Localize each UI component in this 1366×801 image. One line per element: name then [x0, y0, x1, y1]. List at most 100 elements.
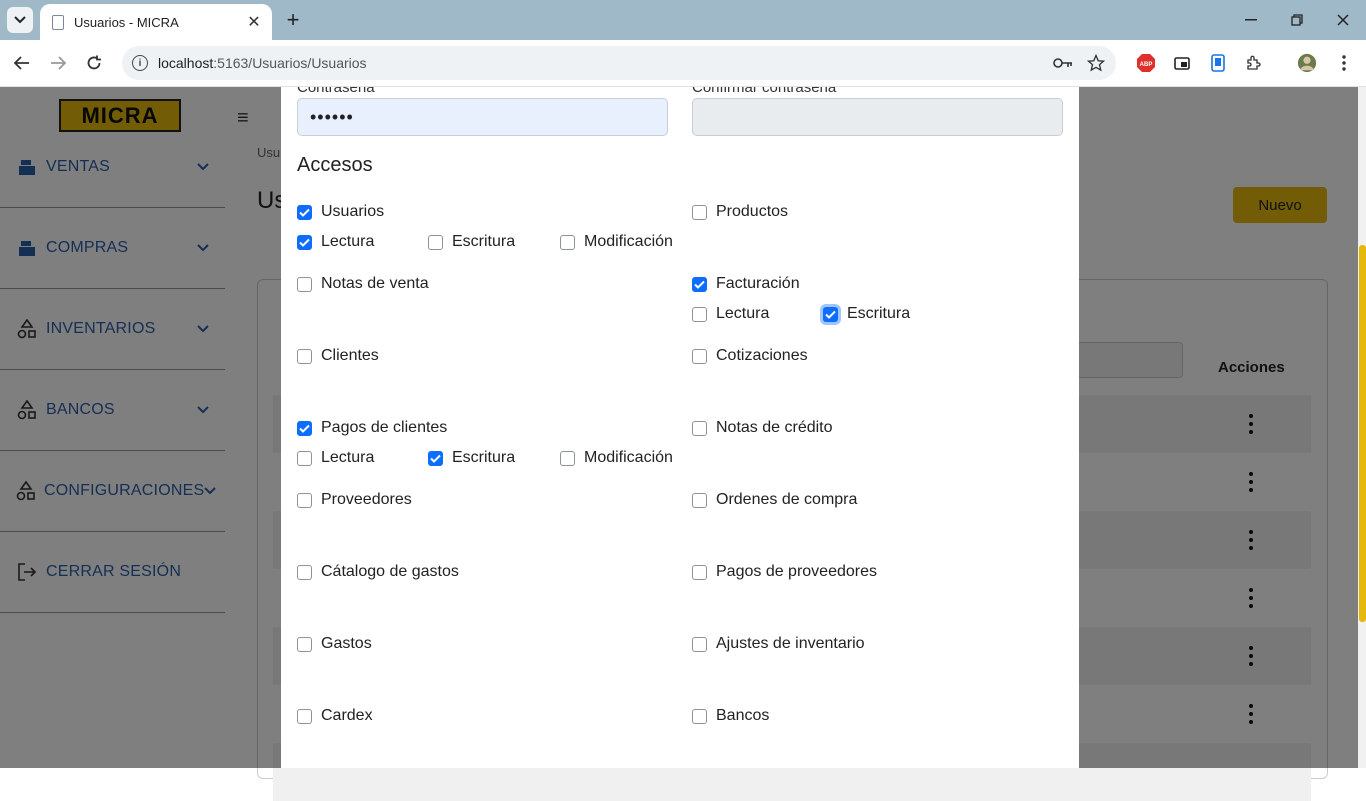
checkbox-label: Gastos [321, 635, 372, 652]
key-icon[interactable] [1053, 53, 1073, 73]
checkbox-catalogo-gastos[interactable]: Cátalogo de gastos [297, 563, 459, 581]
checkbox-pagos-clientes[interactable]: Pagos de clientes [297, 419, 447, 437]
checkbox-label: Cotizaciones [716, 347, 808, 364]
checkbox-label: Notas de crédito [716, 419, 833, 436]
checkbox-usuarios-escritura[interactable]: Escritura [428, 233, 515, 251]
checkbox-label: Productos [716, 203, 789, 220]
checkbox-facturacion-lectura[interactable]: Lectura [692, 305, 769, 323]
checkbox-box[interactable] [692, 276, 707, 292]
checkbox-clientes[interactable]: Clientes [297, 347, 379, 365]
checkbox-ordenes-compra[interactable]: Ordenes de compra [692, 491, 857, 509]
chevron-down-icon [14, 16, 26, 24]
checkbox-pagos-clientes-modificacion[interactable]: Modificación [560, 449, 673, 467]
url-host: localhost [158, 55, 214, 71]
checkbox-productos[interactable]: Productos [692, 203, 788, 221]
close-tab-icon[interactable]: ✕ [244, 12, 264, 32]
checkbox-label: Escritura [452, 449, 516, 466]
checkbox-usuarios-modificacion[interactable]: Modificación [560, 233, 673, 251]
checkbox-bancos[interactable]: Bancos [692, 707, 769, 725]
confirm-password-input[interactable] [692, 98, 1063, 136]
checkbox-pagos-clientes-lectura[interactable]: Lectura [297, 449, 374, 467]
checkbox-label: Pagos de proveedores [716, 563, 877, 580]
adblock-icon[interactable]: ABP [1136, 53, 1156, 73]
checkbox-box[interactable] [692, 204, 707, 220]
url-path: :5163/Usuarios/Usuarios [213, 55, 367, 71]
checkbox-box[interactable] [692, 420, 707, 436]
reload-icon[interactable] [83, 52, 105, 74]
address-bar[interactable]: i localhost:5163/Usuarios/Usuarios [122, 46, 1116, 80]
browser-tab[interactable]: Usuarios - MICRA ✕ [40, 4, 272, 40]
puzzle-extensions-icon[interactable] [1244, 53, 1264, 73]
checkbox-label: Proveedores [321, 491, 412, 508]
checkbox-box[interactable] [297, 420, 312, 436]
checkbox-box[interactable] [560, 234, 575, 250]
page-icon [52, 14, 64, 30]
forward-icon[interactable] [47, 52, 69, 74]
checkbox-label: Escritura [452, 233, 516, 250]
checkbox-box[interactable] [692, 636, 707, 652]
checkbox-box[interactable] [297, 348, 312, 364]
checkbox-label: Lectura [321, 233, 375, 250]
checkbox-box[interactable] [428, 234, 443, 250]
checkbox-box[interactable] [692, 306, 707, 322]
checkbox-facturacion[interactable]: Facturación [692, 275, 800, 293]
checkbox-box[interactable] [297, 636, 312, 652]
checkbox-box[interactable] [692, 492, 707, 508]
checkbox-label: Ordenes de compra [716, 491, 858, 508]
checkbox-box[interactable] [297, 204, 312, 220]
checkbox-pagos-proveedores[interactable]: Pagos de proveedores [692, 563, 877, 581]
checkbox-usuarios[interactable]: Usuarios [297, 203, 384, 221]
checkbox-box[interactable] [692, 564, 707, 580]
restore-icon[interactable] [1287, 10, 1307, 30]
checkbox-label: Lectura [716, 305, 770, 322]
checkbox-label: Usuarios [321, 203, 385, 220]
checkbox-pagos-clientes-escritura[interactable]: Escritura [428, 449, 515, 467]
tab-title: Usuarios - MICRA [74, 14, 179, 30]
picture-in-picture-icon[interactable] [1172, 53, 1192, 73]
new-tab-button[interactable]: + [282, 9, 304, 31]
bookmark-star-icon[interactable] [1086, 53, 1106, 73]
back-icon[interactable] [11, 52, 33, 74]
checkbox-cardex[interactable]: Cardex [297, 707, 373, 725]
checkbox-box[interactable] [428, 450, 443, 466]
checkbox-label: Pagos de clientes [321, 419, 448, 436]
checkbox-usuarios-lectura[interactable]: Lectura [297, 233, 374, 251]
checkbox-box[interactable] [692, 708, 707, 724]
checkbox-box[interactable] [297, 450, 312, 466]
extension-icon[interactable] [1208, 53, 1228, 73]
checkbox-facturacion-escritura[interactable]: Escritura [823, 305, 910, 323]
checkbox-cotizaciones[interactable]: Cotizaciones [692, 347, 808, 365]
checkbox-label: Ajustes de inventario [716, 635, 865, 652]
password-label: Contraseña [297, 87, 375, 96]
checkbox-box[interactable] [297, 492, 312, 508]
user-modal: Contraseña Confirmar contraseña •••••• A… [281, 87, 1079, 768]
checkbox-box[interactable] [297, 234, 312, 250]
minimize-icon[interactable] [1241, 10, 1261, 30]
checkbox-notas-credito[interactable]: Notas de crédito [692, 419, 833, 437]
svg-text:ABP: ABP [1140, 62, 1153, 68]
tab-search-button[interactable] [7, 7, 33, 33]
checkbox-ajustes-inventario[interactable]: Ajustes de inventario [692, 635, 865, 653]
profile-avatar-icon[interactable] [1297, 53, 1317, 73]
checkbox-box[interactable] [297, 564, 312, 580]
checkbox-label: Cátalogo de gastos [321, 563, 459, 580]
checkbox-box[interactable] [692, 348, 707, 364]
checkbox-box[interactable] [560, 450, 575, 466]
checkbox-notas-venta[interactable]: Notas de venta [297, 275, 429, 293]
checkbox-label: Modificación [584, 233, 673, 250]
checkbox-gastos[interactable]: Gastos [297, 635, 372, 653]
checkbox-label: Escritura [847, 305, 911, 322]
checkbox-box[interactable] [297, 708, 312, 724]
checkbox-proveedores[interactable]: Proveedores [297, 491, 412, 509]
checkbox-box[interactable] [297, 276, 312, 292]
site-info-icon[interactable]: i [132, 55, 148, 71]
checkbox-label: Lectura [321, 449, 375, 466]
browser-menu-icon[interactable] [1334, 53, 1354, 73]
checkbox-box[interactable] [823, 306, 838, 322]
scrollbar-thumb[interactable] [1359, 245, 1366, 622]
close-window-icon[interactable] [1333, 10, 1353, 30]
password-input[interactable]: •••••• [297, 98, 668, 136]
checkbox-label: Bancos [716, 707, 770, 724]
checkbox-label: Clientes [321, 347, 379, 364]
confirm-password-label: Confirmar contraseña [692, 87, 837, 96]
